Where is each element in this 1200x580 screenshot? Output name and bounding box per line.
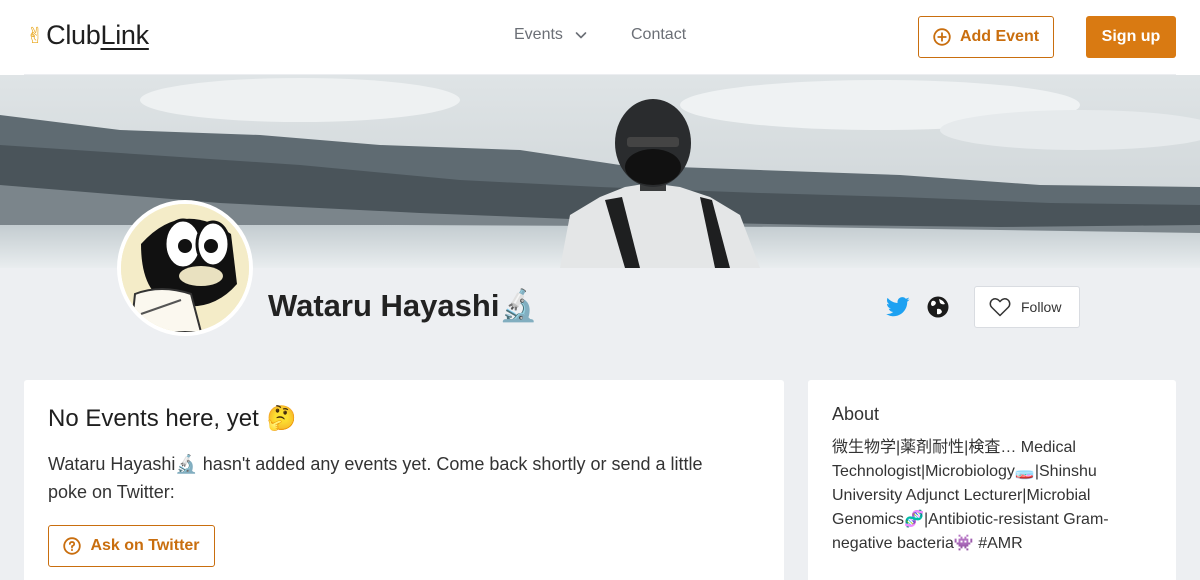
about-bio: 微生物学|薬剤耐性|検査… Medical Technologist|Micro… bbox=[832, 439, 1109, 552]
about-title: About bbox=[832, 404, 880, 424]
thinking-face-icon: 🤔 bbox=[266, 405, 297, 432]
add-event-label: Add Event bbox=[959, 28, 1040, 45]
heart-icon bbox=[989, 298, 1011, 317]
globe-icon[interactable] bbox=[927, 296, 949, 318]
events-title-text: No Events here, yet bbox=[48, 404, 259, 432]
plus-circle-icon bbox=[933, 28, 951, 46]
chevron-down-icon bbox=[575, 32, 587, 39]
logo-text-club: Club bbox=[46, 20, 101, 50]
twitter-icon[interactable] bbox=[886, 296, 910, 318]
ask-on-twitter-button[interactable]: Ask on Twitter bbox=[48, 525, 215, 567]
logo-text-link: Link bbox=[100, 20, 149, 50]
about-card: About 微生物学|薬剤耐性|検査… Medical Technologist… bbox=[808, 380, 1176, 580]
clublink-logo[interactable]: ✌ Club Link bbox=[26, 20, 149, 51]
nav-events-dropdown[interactable]: Events bbox=[514, 26, 589, 44]
add-event-button[interactable]: Add Event bbox=[918, 16, 1054, 58]
sign-up-label: Sign up bbox=[1101, 28, 1161, 45]
profile-avatar bbox=[117, 200, 253, 336]
follow-label: Follow bbox=[1021, 299, 1062, 315]
ask-on-twitter-label: Ask on Twitter bbox=[90, 537, 200, 554]
events-title: No Events here, yet 🤔 bbox=[48, 404, 760, 433]
site-header: ✌ Club Link Events Contact Add Event Sign… bbox=[0, 0, 1200, 75]
nav-events-label: Events bbox=[514, 26, 563, 43]
events-card: No Events here, yet 🤔 Wataru Hayashi🔬 ha… bbox=[24, 380, 784, 580]
peace-hand-icon: ✌ bbox=[26, 22, 45, 48]
question-circle-icon bbox=[63, 537, 82, 555]
follow-button[interactable]: Follow bbox=[974, 286, 1080, 328]
events-message: Wataru Hayashi🔬 hasn't added any events … bbox=[48, 454, 703, 502]
nav-contact-link[interactable]: Contact bbox=[631, 26, 686, 44]
profile-name: Wataru Hayashi🔬 bbox=[268, 288, 539, 323]
sign-up-button[interactable]: Sign up bbox=[1086, 16, 1176, 58]
